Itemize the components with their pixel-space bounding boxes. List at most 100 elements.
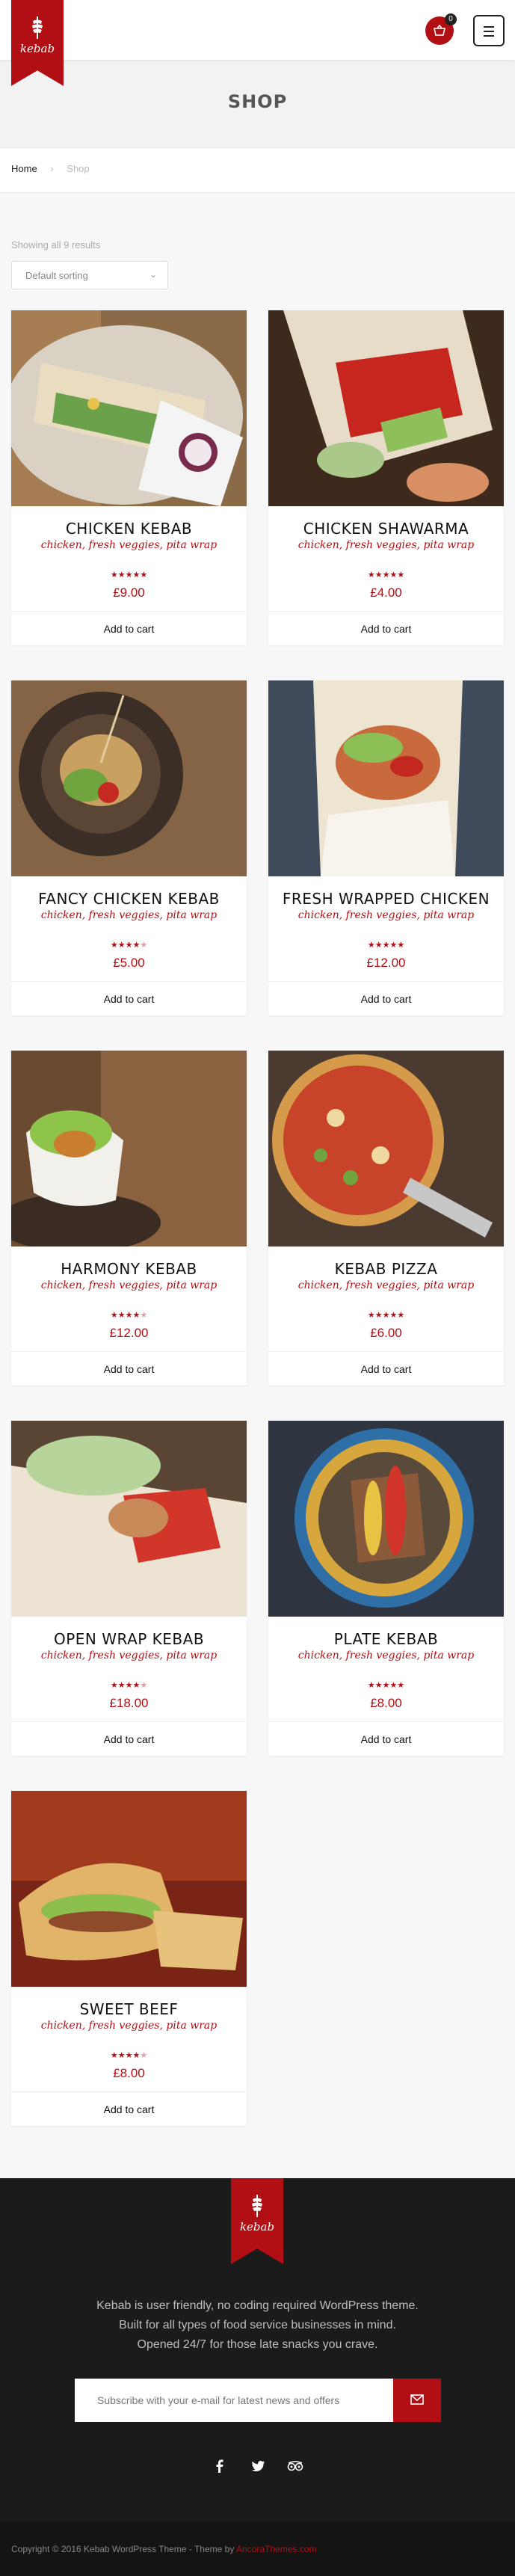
basket-icon bbox=[434, 25, 445, 36]
site-footer: kebab Kebab is user friendly, no coding … bbox=[0, 2178, 515, 2522]
product-image-fresh-wrapped-chicken[interactable] bbox=[268, 680, 504, 876]
chevron-down-icon: ⌄ bbox=[149, 269, 157, 280]
product-image-chicken-kebab[interactable] bbox=[11, 310, 247, 506]
product-price: £18.00 bbox=[109, 1696, 149, 1710]
star-icon: ★ bbox=[389, 571, 398, 580]
product-title[interactable]: FRESH WRAPPED CHICKEN bbox=[276, 890, 496, 908]
product-image-harmony-kebab[interactable] bbox=[11, 1051, 247, 1246]
add-to-cart-button[interactable]: Add to cart bbox=[268, 1721, 504, 1756]
product-image-open-wrap-kebab[interactable] bbox=[11, 1421, 247, 1617]
product-price: £8.00 bbox=[113, 2066, 145, 2080]
product-card: FRESH WRAPPED CHICKEN chicken, fresh veg… bbox=[268, 680, 504, 1015]
star-icon: ★ bbox=[110, 571, 118, 580]
star-icon: ★ bbox=[389, 941, 398, 950]
product-info: CHICKEN SHAWARMA chicken, fresh veggies,… bbox=[268, 506, 504, 600]
result-count: Showing all 9 results bbox=[11, 239, 101, 250]
add-to-cart-button[interactable]: Add to cart bbox=[268, 981, 504, 1015]
sorting-select[interactable]: Default sorting ⌄ bbox=[11, 261, 168, 289]
star-icon: ★ bbox=[389, 1681, 398, 1690]
star-rating: ★★★★★ bbox=[19, 1678, 239, 1690]
star-icon: ★ bbox=[374, 1681, 383, 1690]
star-icon: ★ bbox=[125, 1311, 133, 1320]
product-price: £12.00 bbox=[366, 956, 406, 970]
product-card: CHICKEN SHAWARMA chicken, fresh veggies,… bbox=[268, 310, 504, 645]
product-card: PLATE KEBAB chicken, fresh veggies, pita… bbox=[268, 1421, 504, 1756]
product-info: FRESH WRAPPED CHICKEN chicken, fresh veg… bbox=[268, 876, 504, 971]
menu-button[interactable] bbox=[473, 15, 505, 46]
product-info: CHICKEN KEBAB chicken, fresh veggies, pi… bbox=[11, 506, 247, 600]
subscribe-form bbox=[75, 2379, 441, 2422]
product-image-fancy-chicken-kebab[interactable] bbox=[11, 680, 247, 876]
product-title[interactable]: PLATE KEBAB bbox=[276, 1630, 496, 1648]
subscribe-email-input[interactable] bbox=[75, 2379, 393, 2422]
subscribe-button[interactable] bbox=[393, 2379, 441, 2422]
product-info: FANCY CHICKEN KEBAB chicken, fresh veggi… bbox=[11, 876, 247, 971]
star-icon: ★ bbox=[367, 1311, 375, 1320]
add-to-cart-button[interactable]: Add to cart bbox=[268, 611, 504, 645]
product-price: £4.00 bbox=[370, 585, 402, 600]
logo-text: kebab bbox=[19, 42, 55, 55]
product-image-sweet-beef[interactable] bbox=[11, 1791, 247, 1987]
star-icon: ★ bbox=[382, 1311, 390, 1320]
star-icon: ★ bbox=[367, 1681, 375, 1690]
product-info: HARMONY KEBAB chicken, fresh veggies, pi… bbox=[11, 1246, 247, 1341]
product-image-kebab-pizza[interactable] bbox=[268, 1051, 504, 1246]
product-card: FANCY CHICKEN KEBAB chicken, fresh veggi… bbox=[11, 680, 247, 1015]
site-header: kebab 0 bbox=[0, 0, 515, 86]
product-card: OPEN WRAP KEBAB chicken, fresh veggies, … bbox=[11, 1421, 247, 1756]
add-to-cart-button[interactable]: Add to cart bbox=[11, 1721, 247, 1756]
copyright-bar: Copyright © 2016 Kebab WordPress Theme -… bbox=[0, 2522, 515, 2576]
star-icon: ★ bbox=[374, 571, 383, 580]
add-to-cart-button[interactable]: Add to cart bbox=[11, 2091, 247, 2126]
star-icon: ★ bbox=[125, 571, 133, 580]
product-description: chicken, fresh veggies, pita wrap bbox=[40, 539, 218, 551]
product-title[interactable]: CHICKEN KEBAB bbox=[19, 520, 239, 538]
product-title[interactable]: OPEN WRAP KEBAB bbox=[19, 1630, 239, 1648]
theme-author-link[interactable]: AncoraThemes.com bbox=[236, 2544, 316, 2554]
star-icon: ★ bbox=[117, 1311, 126, 1320]
product-title[interactable]: KEBAB PIZZA bbox=[276, 1260, 496, 1278]
star-icon: ★ bbox=[132, 2051, 141, 2060]
facebook-icon[interactable] bbox=[211, 2457, 229, 2475]
star-icon: ★ bbox=[140, 2051, 148, 2060]
tripadvisor-icon[interactable] bbox=[286, 2457, 304, 2475]
star-rating: ★★★★★ bbox=[19, 568, 239, 580]
breadcrumb: Home › Shop bbox=[0, 148, 515, 193]
product-title[interactable]: SWEET BEEF bbox=[19, 2000, 239, 2018]
cart-button[interactable]: 0 bbox=[425, 13, 457, 45]
breadcrumb-separator: › bbox=[50, 163, 54, 174]
breadcrumb-home-link[interactable]: Home bbox=[11, 163, 37, 174]
star-rating: ★★★★★ bbox=[19, 2048, 239, 2060]
product-description: chicken, fresh veggies, pita wrap bbox=[297, 1650, 475, 1662]
add-to-cart-button[interactable]: Add to cart bbox=[11, 1351, 247, 1386]
sorting-selected-label: Default sorting bbox=[25, 270, 88, 281]
cart-count-badge: 0 bbox=[445, 13, 457, 25]
star-icon: ★ bbox=[132, 1311, 141, 1320]
product-image-plate-kebab[interactable] bbox=[268, 1421, 504, 1617]
star-icon: ★ bbox=[389, 1311, 398, 1320]
breadcrumb-current: Shop bbox=[67, 163, 90, 174]
star-icon: ★ bbox=[132, 1681, 141, 1690]
logo-text: kebab bbox=[239, 2220, 275, 2234]
star-icon: ★ bbox=[140, 1681, 148, 1690]
product-title[interactable]: HARMONY KEBAB bbox=[19, 1260, 239, 1278]
add-to-cart-button[interactable]: Add to cart bbox=[11, 611, 247, 645]
star-icon: ★ bbox=[382, 941, 390, 950]
add-to-cart-button[interactable]: Add to cart bbox=[268, 1351, 504, 1386]
site-logo[interactable]: kebab bbox=[11, 0, 64, 86]
product-info: SWEET BEEF chicken, fresh veggies, pita … bbox=[11, 1987, 247, 2081]
product-description: chicken, fresh veggies, pita wrap bbox=[40, 1650, 218, 1662]
star-icon: ★ bbox=[110, 1681, 118, 1690]
product-price: £5.00 bbox=[113, 956, 145, 970]
footer-logo[interactable]: kebab bbox=[231, 2178, 283, 2264]
star-rating: ★★★★★ bbox=[276, 1308, 496, 1320]
product-info: OPEN WRAP KEBAB chicken, fresh veggies, … bbox=[11, 1617, 247, 1711]
twitter-icon[interactable] bbox=[249, 2457, 267, 2475]
footer-text-line: Opened 24/7 for those late snacks you cr… bbox=[137, 2338, 378, 2351]
product-image-chicken-shawarma[interactable] bbox=[268, 310, 504, 506]
product-description: chicken, fresh veggies, pita wrap bbox=[297, 539, 475, 551]
product-title[interactable]: FANCY CHICKEN KEBAB bbox=[19, 890, 239, 908]
product-title[interactable]: CHICKEN SHAWARMA bbox=[276, 520, 496, 538]
add-to-cart-button[interactable]: Add to cart bbox=[11, 981, 247, 1015]
product-info: PLATE KEBAB chicken, fresh veggies, pita… bbox=[268, 1617, 504, 1711]
